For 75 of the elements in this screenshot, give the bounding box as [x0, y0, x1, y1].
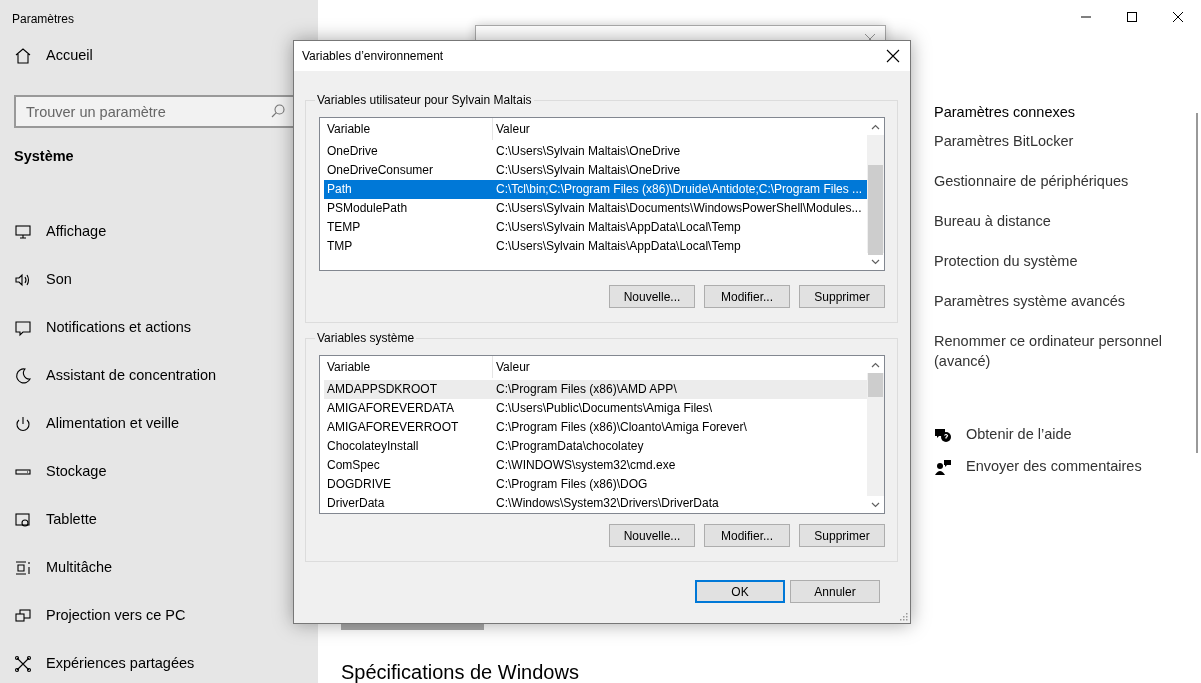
screens-icon [14, 606, 32, 625]
dialog-button[interactable]: Supprimer [799, 285, 885, 308]
house-icon [14, 47, 32, 65]
list-row[interactable]: AMDAPPSDKROOT C:\Program Files (x86)\AMD APP\ [324, 380, 867, 399]
section-heading: Système [13, 147, 75, 166]
list-row[interactable]: Path C:\Tcl\bin;C:\Program Files (x86)\Druide\Antidote;C:\Program Files ... [324, 180, 867, 199]
list-row[interactable]: DriverData C:\Windows\System32\Drivers\DriverData [324, 494, 867, 513]
related-link[interactable]: Protection du système [934, 250, 1201, 271]
related-link[interactable]: Paramètres système avancés [934, 290, 1201, 311]
related-link[interactable]: Gestionnaire de périphériques [934, 170, 1201, 191]
search-icon[interactable] [270, 103, 286, 119]
nav-item[interactable]: Alimentation et veille [0, 399, 187, 448]
multitask-icon [14, 558, 32, 577]
dialog-button[interactable]: Modifier... [704, 285, 790, 308]
related-link[interactable]: Paramètres BitLocker [934, 130, 1201, 151]
network-icon [14, 654, 32, 673]
nav-item[interactable]: Stockage [0, 447, 115, 496]
list-row[interactable]: OneDriveConsumer C:\Users\Sylvain Maltais\OneDrive [324, 161, 867, 180]
power-icon [14, 414, 32, 433]
scroll-thumb[interactable] [868, 165, 883, 255]
related-link[interactable]: Renommer ce ordinateur personnel (avancé) [934, 330, 1201, 371]
group-label: Variables système [316, 331, 416, 345]
dialog-button[interactable]: Nouvelle... [609, 524, 695, 547]
dialog-title: Variables d’environnement [302, 48, 444, 65]
speech-bubble-icon [14, 318, 32, 337]
nav-item[interactable]: Affichage [0, 207, 115, 256]
search-field[interactable]: Trouver un paramètre [14, 95, 296, 128]
list-row[interactable]: TEMP C:\Users\Sylvain Maltais\AppData\Local\Temp [324, 218, 867, 237]
nav-item[interactable]: Notifications et actions [0, 303, 200, 352]
list-row[interactable]: TMP C:\Users\Sylvain Maltais\AppData\Local\Temp [324, 237, 867, 256]
related-link[interactable]: Bureau à distance [934, 210, 1201, 231]
list-row[interactable]: ChocolateyInstall C:\ProgramData\chocolatey [324, 437, 867, 456]
list-row[interactable]: PSModulePath C:\Users\Sylvain Maltais\Documents\WindowsPowerShell\Modules... [324, 199, 867, 218]
nav-item[interactable]: Multitâche [0, 543, 121, 592]
related-heading: Paramètres connexes [934, 103, 1077, 122]
nav-item[interactable]: Son [0, 255, 80, 304]
help-link[interactable]: Envoyer des commentaires [934, 450, 1201, 483]
dialog-button[interactable]: Nouvelle... [609, 285, 695, 308]
resize-grip-icon[interactable] [900, 613, 908, 621]
list-row[interactable]: AMIGAFOREVERDATA C:\Users\Public\Documents\Amiga Files\ [324, 399, 867, 418]
nav-item[interactable]: Expériences partagées [0, 639, 203, 683]
scroll-thumb[interactable] [868, 373, 883, 397]
group-label: Variables utilisateur pour Sylvain Maltais [316, 93, 533, 107]
dialog-button[interactable]: Annuler [790, 580, 880, 603]
section-heading: Spécifications de Windows [341, 660, 580, 683]
column-header[interactable]: Valeur [493, 118, 867, 140]
window-title: Paramètres [11, 11, 76, 28]
scroll-down-icon[interactable] [871, 501, 880, 508]
nav-item[interactable]: Tablette [0, 495, 105, 544]
maximize-icon[interactable] [1124, 9, 1140, 25]
tablet-icon [14, 510, 32, 529]
dialog-button[interactable]: Modifier... [704, 524, 790, 547]
dialog-button[interactable]: OK [695, 580, 785, 603]
home-link[interactable]: Accueil [0, 32, 101, 80]
scroll-down-icon[interactable] [871, 258, 880, 265]
close-icon[interactable] [1170, 9, 1186, 25]
nav-item[interactable]: Projection vers ce PC [0, 591, 194, 640]
drive-icon [14, 468, 32, 475]
scroll-up-icon[interactable] [871, 123, 880, 130]
list-row[interactable]: ComSpec C:\WINDOWS\system32\cmd.exe [324, 456, 867, 475]
column-header[interactable]: Valeur [493, 356, 867, 378]
monitor-icon [14, 222, 32, 241]
dialog-button[interactable]: Supprimer [799, 524, 885, 547]
list-row[interactable]: AMIGAFOREVERROOT C:\Program Files (x86)\Cloanto\Amiga Forever\ [324, 418, 867, 437]
close-icon[interactable] [886, 49, 900, 63]
scroll-up-icon[interactable] [871, 361, 880, 368]
moon-icon [14, 366, 32, 385]
column-header[interactable]: Variable [324, 356, 493, 378]
person-comment-icon [934, 457, 952, 476]
scrollbar[interactable] [1196, 113, 1198, 453]
column-header[interactable]: Variable [324, 118, 493, 140]
help-link[interactable]: Obtenir de l’aide [934, 418, 1201, 451]
list-row[interactable]: OneDrive C:\Users\Sylvain Maltais\OneDrive [324, 142, 867, 161]
list-row[interactable]: DOGDRIVE C:\Program Files (x86)\DOG [324, 475, 867, 494]
nav-item[interactable]: Assistant de concentration [0, 351, 225, 400]
